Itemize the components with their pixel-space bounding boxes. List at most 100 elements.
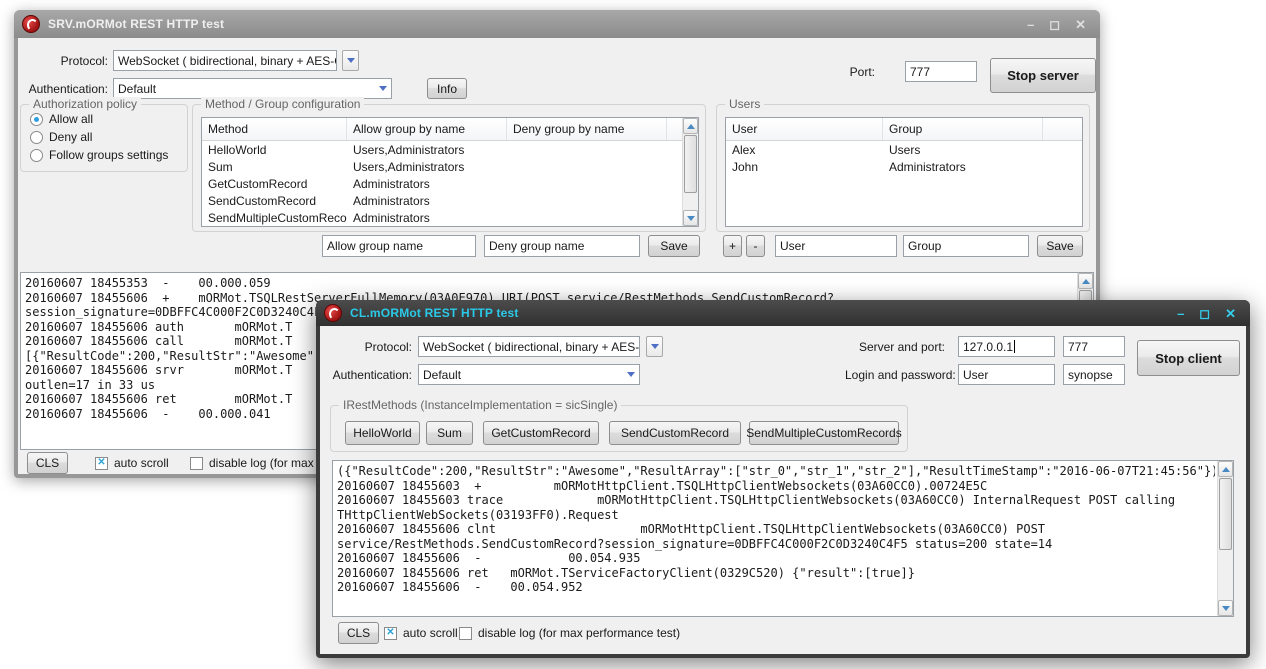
column-header-filler <box>1043 118 1082 140</box>
deny-group-name-input[interactable]: Deny group name <box>484 235 640 257</box>
check-icon: ✕ <box>386 628 394 638</box>
scroll-up-button[interactable] <box>1218 461 1233 477</box>
column-header[interactable]: User <box>726 118 883 140</box>
client-body: Protocol: WebSocket ( bidirectional, bin… <box>320 326 1246 654</box>
scrollbar[interactable] <box>682 118 698 226</box>
helloworld-button[interactable]: HelloWorld <box>345 421 420 445</box>
remove-user-button[interactable]: - <box>746 235 765 257</box>
users-table-header[interactable]: User Group <box>726 118 1082 141</box>
minimize-icon[interactable]: – <box>1177 307 1184 320</box>
getcustomrecord-button[interactable]: GetCustomRecord <box>483 421 599 445</box>
maximize-icon[interactable]: ◻ <box>1049 18 1060 31</box>
scrollbar[interactable] <box>1217 461 1233 616</box>
auto-scroll-checkbox[interactable]: ✕ auto scroll <box>384 626 458 640</box>
info-button[interactable]: Info <box>427 78 467 99</box>
authentication-label: Authentication: <box>28 82 108 96</box>
disable-log-checkbox[interactable]: ✕ disable log (for max performance test) <box>459 626 680 640</box>
client-log-lines: ({"ResultCode":200,"ResultStr":"Awesome"… <box>337 464 1215 614</box>
methods-table-header[interactable]: Method Allow group by name Deny group by… <box>202 118 698 141</box>
login-input[interactable]: User <box>958 364 1055 385</box>
scroll-down-button[interactable] <box>683 210 698 226</box>
log-line: 20160607 18455606 - 00.054.952 <box>337 580 1215 595</box>
auto-scroll-checkbox[interactable]: ✕ auto scroll <box>95 456 169 470</box>
log-line: THttpClientWebSockets(03193FF0).Request <box>337 508 1215 523</box>
password-input[interactable]: synopse <box>1063 364 1125 385</box>
protocol-label: Protocol: <box>332 340 412 354</box>
table-row[interactable]: Sum Users,Administrators <box>202 158 698 175</box>
client-window-title: CL.mORMot REST HTTP test <box>350 306 519 320</box>
group-title: Method / Group configuration <box>201 97 364 111</box>
allow-group-name-input[interactable]: Allow group name <box>322 235 476 257</box>
scroll-up-icon <box>687 124 695 129</box>
server-port-label: Server and port: <box>845 340 945 354</box>
column-header[interactable]: Method <box>202 118 347 140</box>
client-titlebar[interactable]: CL.mORMot REST HTTP test – ◻ ✕ <box>316 300 1250 326</box>
scroll-down-icon <box>687 216 695 221</box>
protocol-select[interactable]: WebSocket ( bidirectional, binary + AES-… <box>418 336 640 357</box>
table-row[interactable]: Alex Users <box>726 141 1082 158</box>
authentication-label: Authentication: <box>332 368 412 382</box>
protocol-label: Protocol: <box>28 54 108 68</box>
table-row[interactable]: SendMultipleCustomRecords Administrators <box>202 209 698 226</box>
scroll-down-icon <box>1222 606 1230 611</box>
methods-save-button[interactable]: Save <box>648 235 700 257</box>
log-line: service/RestMethods.SendCustomRecord?ses… <box>337 537 1215 552</box>
users-save-button[interactable]: Save <box>1037 235 1083 257</box>
users-group: Users User Group Alex Users John Adminis… <box>716 104 1090 232</box>
scroll-up-button[interactable] <box>683 118 698 134</box>
client-log[interactable]: ({"ResultCode":200,"ResultStr":"Awesome"… <box>332 460 1234 617</box>
radio-deny-all[interactable]: Deny all <box>30 130 92 144</box>
stop-server-button[interactable]: Stop server <box>990 58 1096 93</box>
sendmultiplecustomrecords-button[interactable]: SendMultipleCustomRecords <box>749 421 899 445</box>
scrollbar-thumb[interactable] <box>684 135 697 193</box>
scroll-up-icon <box>1082 279 1090 284</box>
column-header[interactable]: Deny group by name <box>507 118 667 140</box>
maximize-icon[interactable]: ◻ <box>1199 307 1210 320</box>
protocol-dropdown-button[interactable] <box>342 50 359 71</box>
port-input[interactable]: 777 <box>905 61 977 82</box>
radio-icon <box>30 149 43 162</box>
table-row[interactable]: HelloWorld Users,Administrators <box>202 141 698 158</box>
protocol-select[interactable]: WebSocket ( bidirectional, binary + AES-… <box>113 50 337 71</box>
stop-client-button[interactable]: Stop client <box>1137 340 1240 376</box>
server-titlebar[interactable]: SRV.mORMot REST HTTP test – ◻ ✕ <box>14 10 1100 38</box>
radio-follow-groups[interactable]: Follow groups settings <box>30 148 168 162</box>
checkbox-icon: ✕ <box>95 457 108 470</box>
login-password-label: Login and password: <box>845 368 945 382</box>
user-group-input[interactable]: Group <box>903 235 1029 257</box>
authorization-policy-group: Authorization policy Allow all Deny all … <box>20 104 188 172</box>
checkbox-icon: ✕ <box>190 457 203 470</box>
log-line: 20160607 18455606 ret mORMot.TServiceFac… <box>337 566 1215 581</box>
scrollbar-thumb[interactable] <box>1219 478 1232 550</box>
group-title: Users <box>725 97 764 111</box>
radio-allow-all[interactable]: Allow all <box>30 112 93 126</box>
server-address-input[interactable]: 127.0.0.1 <box>958 336 1055 357</box>
cls-button[interactable]: CLS <box>338 622 379 644</box>
server-port-input[interactable]: 777 <box>1063 336 1125 357</box>
sendcustomrecord-button[interactable]: SendCustomRecord <box>609 421 741 445</box>
sum-button[interactable]: Sum <box>426 421 473 445</box>
protocol-dropdown-button[interactable] <box>646 336 663 357</box>
server-window-title: SRV.mORMot REST HTTP test <box>48 17 224 31</box>
add-user-button[interactable]: + <box>723 235 742 257</box>
method-group-config: Method / Group configuration Method Allo… <box>192 104 706 232</box>
table-row[interactable]: GetCustomRecord Administrators <box>202 175 698 192</box>
column-header[interactable]: Allow group by name <box>347 118 507 140</box>
log-line: 20160607 18455603 trace mORMotHttpClient… <box>337 493 1215 508</box>
authentication-select[interactable]: Default <box>113 78 392 99</box>
scroll-up-button[interactable] <box>1078 273 1093 289</box>
desktop: SRV.mORMot REST HTTP test – ◻ ✕ Protocol… <box>0 0 1266 669</box>
check-icon: ✕ <box>97 458 105 468</box>
cls-button[interactable]: CLS <box>27 452 68 474</box>
column-header[interactable]: Group <box>883 118 1043 140</box>
user-name-input[interactable]: User <box>775 235 897 257</box>
close-icon[interactable]: ✕ <box>1225 307 1236 320</box>
minimize-icon[interactable]: – <box>1027 18 1034 31</box>
authentication-select[interactable]: Default <box>418 364 640 385</box>
scroll-up-icon <box>1222 467 1230 472</box>
scroll-down-button[interactable] <box>1218 600 1233 616</box>
table-row[interactable]: John Administrators <box>726 158 1082 175</box>
rest-methods-group: IRestMethods (InstanceImplementation = s… <box>330 405 908 452</box>
table-row[interactable]: SendCustomRecord Administrators <box>202 192 698 209</box>
close-icon[interactable]: ✕ <box>1075 18 1086 31</box>
